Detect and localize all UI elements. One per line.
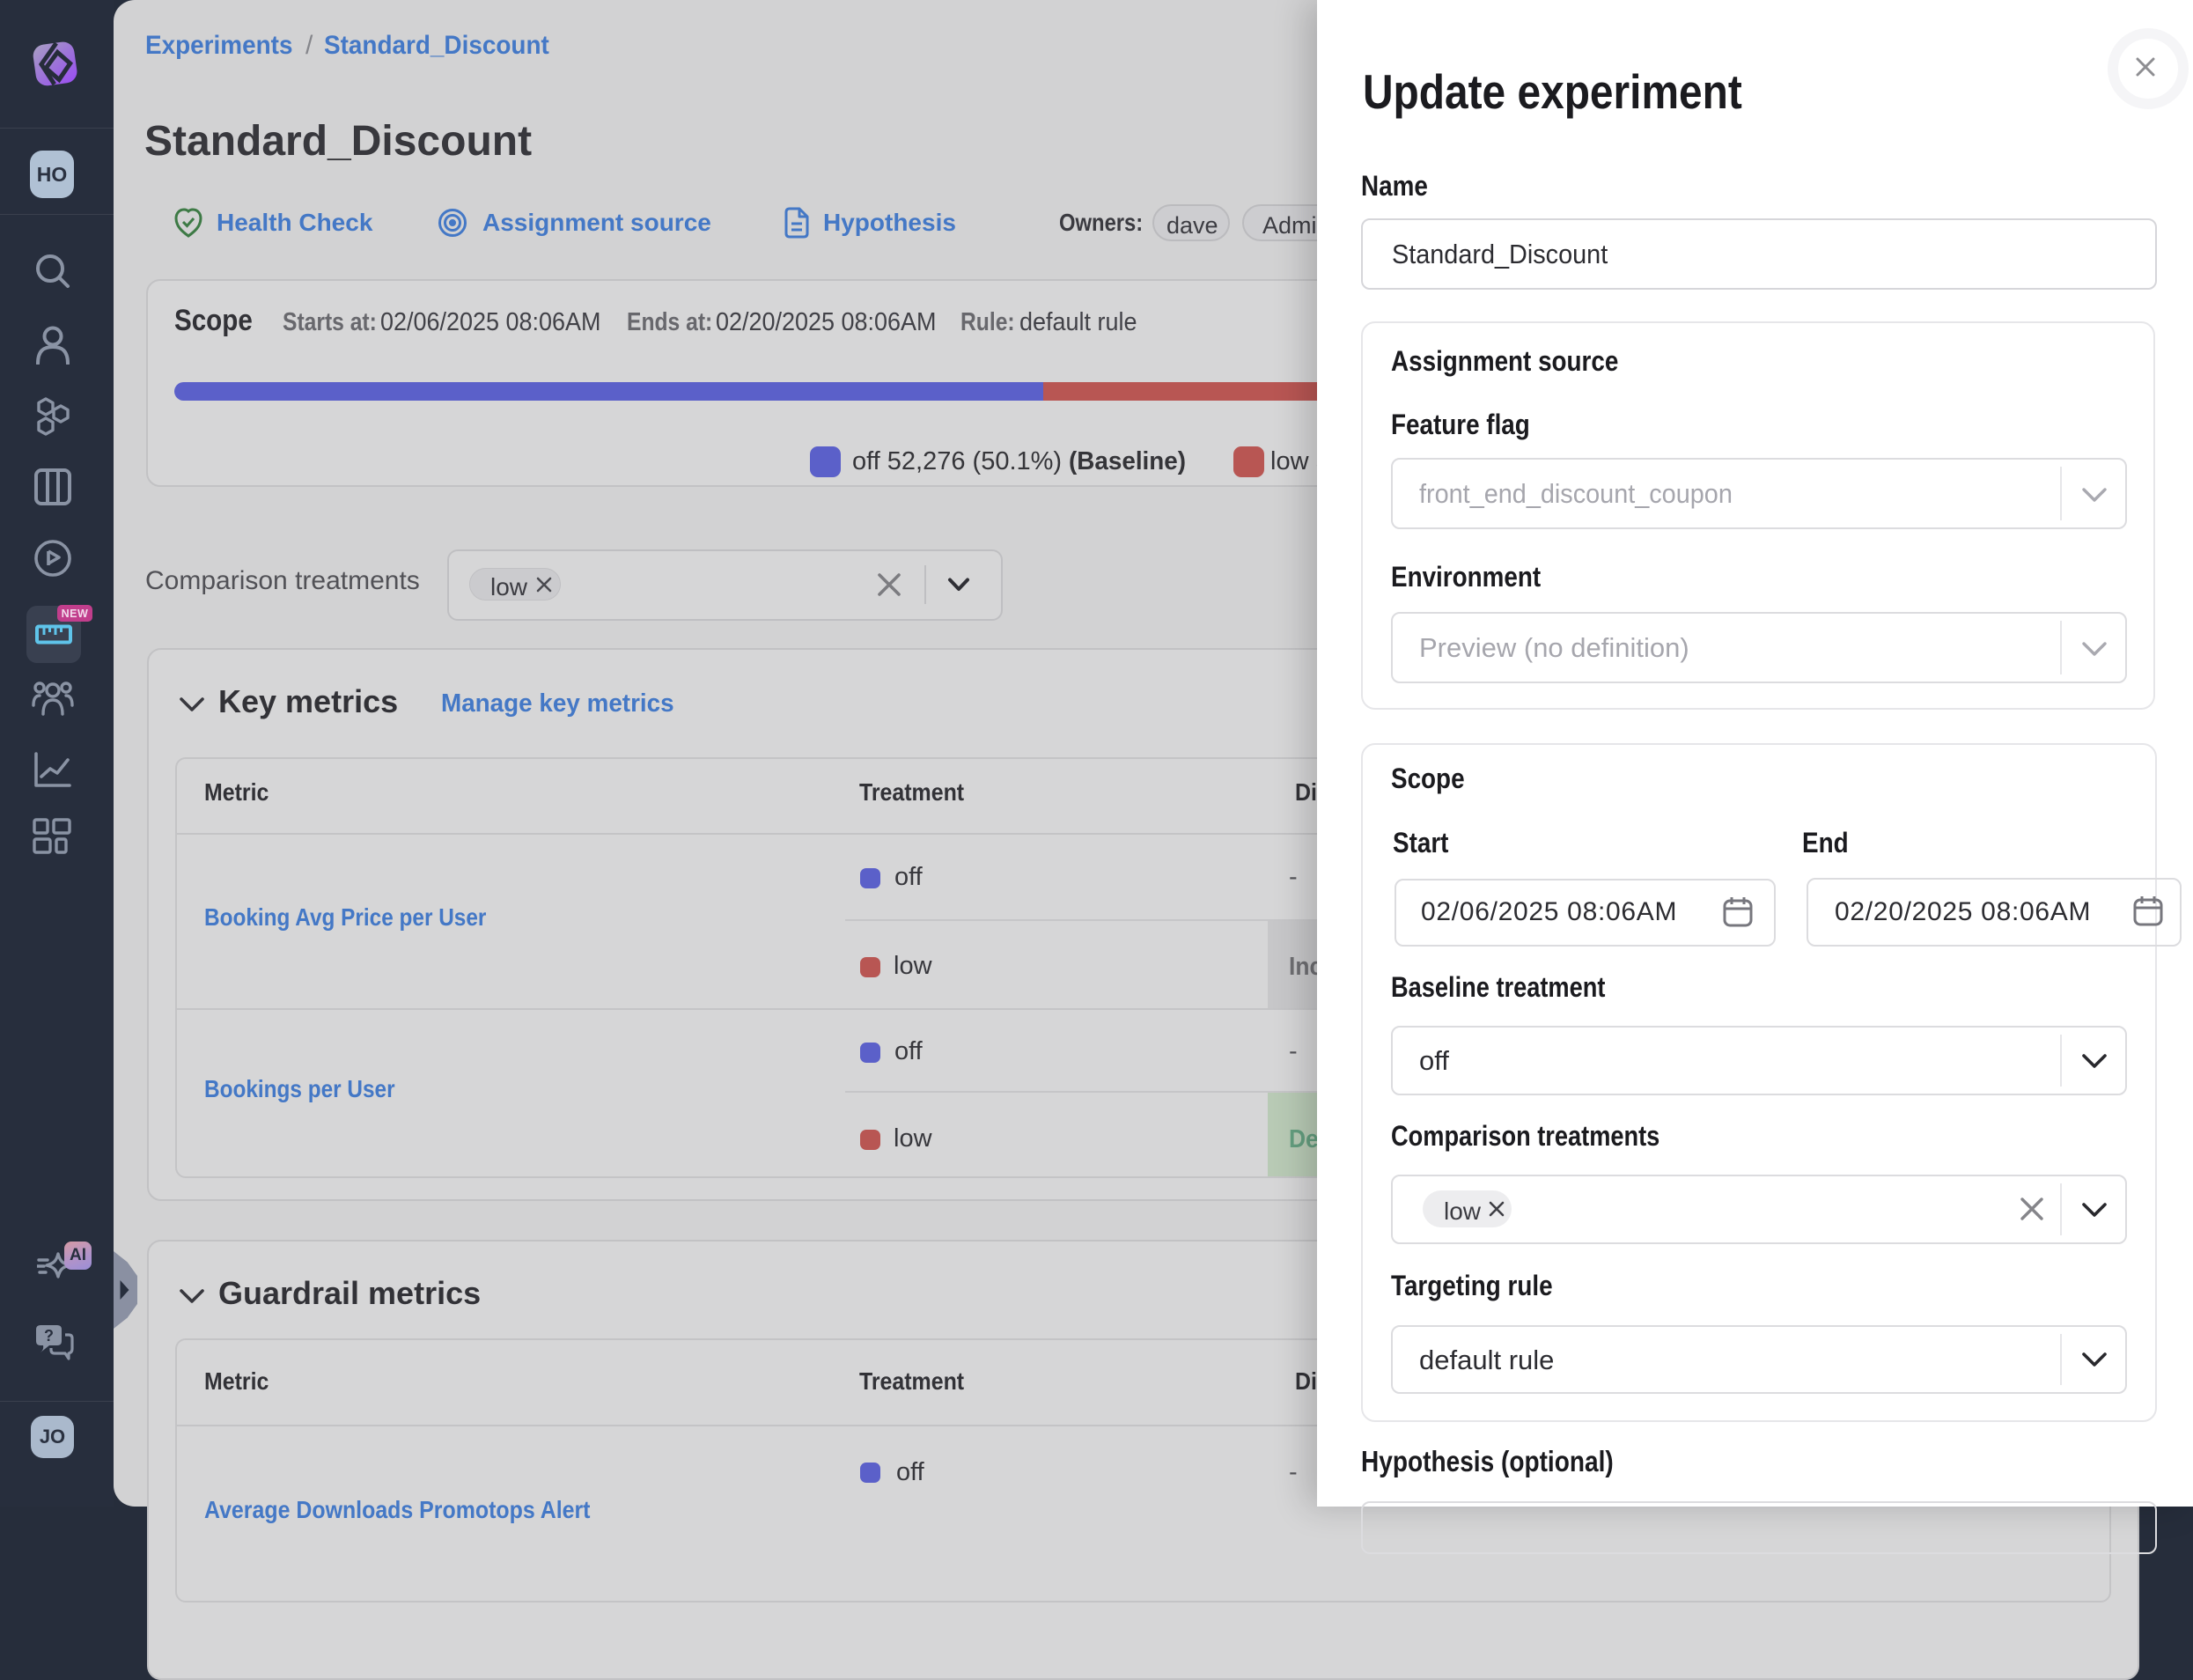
svg-text:?: ?: [44, 1327, 54, 1345]
